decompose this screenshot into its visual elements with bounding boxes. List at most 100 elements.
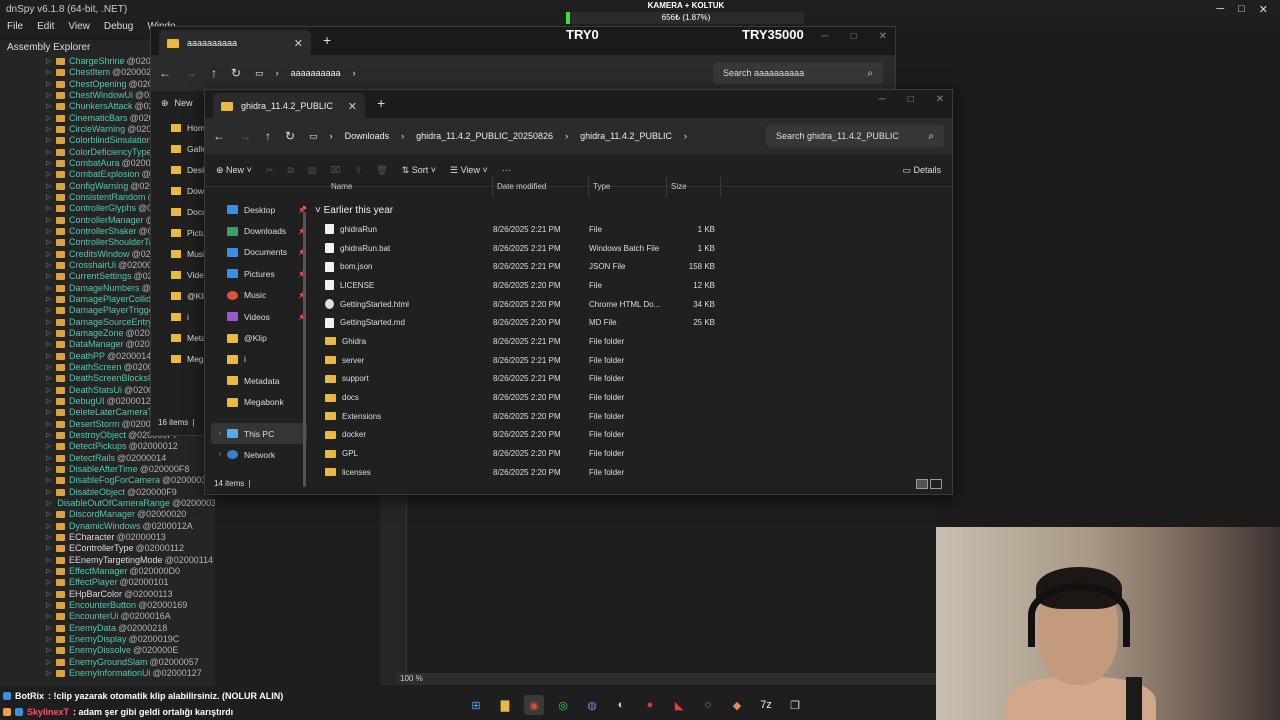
tree-node[interactable]: ▷ EnemyGroundSlam @02000057: [0, 656, 215, 667]
up-icon[interactable]: ↑: [211, 66, 217, 80]
view-button[interactable]: ☰ View ˅: [450, 165, 488, 176]
new-button[interactable]: ⊕ New ˅: [216, 165, 252, 176]
menu-item-edit[interactable]: Edit: [37, 21, 54, 33]
maximize-icon[interactable]: □: [851, 31, 857, 42]
expand-icon[interactable]: ▷: [46, 328, 54, 339]
expand-icon[interactable]: ▷: [46, 249, 54, 260]
tree-node[interactable]: ▷ DynamicWindows @0200012A: [0, 520, 215, 531]
windows-start-icon[interactable]: ⊞: [466, 695, 486, 715]
rename-icon[interactable]: ⌧: [330, 165, 340, 176]
file-row[interactable]: GettingStarted.html 8/26/2025 2:20 PM Chro…: [311, 295, 951, 314]
tree-node[interactable]: ▷ DisableAfterTime @020000F8: [0, 464, 215, 475]
expand-icon[interactable]: ▷: [46, 192, 54, 203]
copy-icon[interactable]: ⧉: [287, 165, 293, 176]
details-view-icon[interactable]: [916, 479, 928, 489]
expand-icon[interactable]: ▷: [46, 305, 54, 316]
expand-icon[interactable]: ▷: [46, 577, 54, 588]
expand-icon[interactable]: ▷: [46, 135, 54, 146]
minimize-icon[interactable]: ─: [821, 31, 828, 42]
tree-node[interactable]: ▷ EnemyDissolve @020000E: [0, 645, 215, 656]
file-row[interactable]: docs 8/26/2025 2:20 PM File folder: [311, 388, 951, 407]
nav-item-megabonk[interactable]: Megabonk: [211, 392, 307, 413]
file-row[interactable]: GPL 8/26/2025 2:20 PM File folder: [311, 444, 951, 463]
code-editor[interactable]: [406, 495, 936, 685]
chevron-right-icon[interactable]: ›: [219, 430, 221, 437]
tree-node[interactable]: ▷ EffectPlayer @02000101: [0, 577, 215, 588]
refresh-icon[interactable]: ↻: [231, 66, 241, 80]
expand-icon[interactable]: ▷: [46, 56, 54, 67]
nav-item-this-pc[interactable]: › This PC: [211, 422, 307, 445]
expand-icon[interactable]: ▷: [46, 271, 54, 282]
expand-icon[interactable]: ▷: [46, 487, 54, 498]
zoom-level[interactable]: 100 %: [396, 673, 936, 685]
breadcrumb-item[interactable]: ghidra_11.4.2_PUBLIC: [580, 131, 672, 141]
expand-icon[interactable]: ▷: [46, 453, 54, 464]
more-options-icon[interactable]: ···: [502, 165, 511, 175]
expand-icon[interactable]: ▷: [46, 294, 54, 305]
maximize-icon[interactable]: □: [1238, 3, 1245, 16]
tab-ghidra[interactable]: ghidra_11.4.2_PUBLIC ✕: [213, 93, 365, 119]
address-bar[interactable]: ▭ › aaaaaaaaaa ›: [255, 68, 356, 79]
expand-icon[interactable]: ▷: [46, 317, 54, 328]
minimize-icon[interactable]: ─: [878, 94, 885, 105]
expand-icon[interactable]: ▷: [46, 600, 54, 611]
tiles-view-icon[interactable]: [930, 479, 942, 489]
tree-node[interactable]: ▷ EffectManager @020000D0: [0, 566, 215, 577]
expand-icon[interactable]: ▷: [46, 373, 54, 384]
tab-aaaaaaaaaa[interactable]: aaaaaaaaaa ✕: [159, 30, 311, 56]
paste-icon[interactable]: ▤: [308, 165, 317, 176]
nav-item-downloads[interactable]: Downloads📌: [211, 220, 307, 241]
game-icon[interactable]: ◆: [727, 695, 747, 715]
expand-icon[interactable]: ▷: [46, 555, 54, 566]
expand-icon[interactable]: ▷: [46, 169, 54, 180]
expand-icon[interactable]: ▷: [46, 283, 54, 294]
nav-item-videos[interactable]: Videos📌: [211, 306, 307, 327]
share-icon[interactable]: ⇪: [355, 165, 363, 176]
column-date[interactable]: Date modified: [493, 177, 589, 197]
expand-icon[interactable]: ▷: [46, 124, 54, 135]
obs-icon[interactable]: ◌: [698, 695, 718, 715]
column-name[interactable]: Name: [311, 177, 493, 197]
expand-icon[interactable]: ▷: [46, 181, 54, 192]
expand-icon[interactable]: ▷: [46, 543, 54, 554]
tree-node[interactable]: ▷ DisableFogForCamera @02000032: [0, 475, 215, 486]
column-type[interactable]: Type: [589, 177, 667, 197]
column-size[interactable]: Size: [667, 177, 721, 197]
new-button[interactable]: New: [175, 98, 193, 108]
breadcrumb-item[interactable]: Downloads: [345, 131, 390, 141]
up-icon[interactable]: ↑: [265, 129, 271, 143]
close-icon[interactable]: ✕: [936, 94, 944, 105]
expand-icon[interactable]: ▷: [46, 396, 54, 407]
discord-icon[interactable]: ◍: [582, 695, 602, 715]
expand-icon[interactable]: ▷: [46, 441, 54, 452]
steam-icon[interactable]: ◐: [611, 695, 631, 715]
expand-icon[interactable]: ▷: [46, 623, 54, 634]
tree-node[interactable]: ▷ EEnemyTargetingMode @02000114: [0, 554, 215, 565]
expand-icon[interactable]: ▷: [46, 498, 51, 509]
window-icon[interactable]: ❐: [785, 695, 805, 715]
back-icon[interactable]: ←: [159, 66, 171, 80]
explorer-window[interactable]: ghidra_11.4.2_PUBLIC ✕ + ─ □ ✕ ← → ↑ ↻ ▭…: [204, 89, 953, 495]
expand-icon[interactable]: ▷: [46, 113, 54, 124]
cut-icon[interactable]: ✂: [266, 165, 274, 176]
tree-node[interactable]: ▷ EnemyData @02000218: [0, 622, 215, 633]
file-row[interactable]: Extensions 8/26/2025 2:20 PM File folder: [311, 407, 951, 426]
nav-item-documents[interactable]: Documents📌: [211, 242, 307, 263]
spotify-icon[interactable]: ◎: [553, 695, 573, 715]
expand-icon[interactable]: ▷: [46, 657, 54, 668]
group-header[interactable]: ˅ Earlier this year: [311, 197, 951, 220]
tree-node[interactable]: ▷ DiscordManager @02000020: [0, 509, 215, 520]
expand-icon[interactable]: ▷: [46, 385, 54, 396]
chevron-right-icon[interactable]: ›: [219, 451, 221, 458]
nav-item-desktop[interactable]: Desktop 📌: [211, 199, 307, 220]
expand-icon[interactable]: ▷: [46, 645, 54, 656]
expand-icon[interactable]: ▷: [46, 79, 54, 90]
expand-icon[interactable]: ▷: [46, 464, 54, 475]
7zip-icon[interactable]: 7z: [756, 695, 776, 715]
expand-icon[interactable]: ▷: [46, 351, 54, 362]
expand-icon[interactable]: ▷: [46, 260, 54, 271]
expand-icon[interactable]: ▷: [46, 339, 54, 350]
breadcrumb-item[interactable]: aaaaaaaaaa: [291, 68, 341, 78]
new-tab-icon[interactable]: +: [323, 32, 331, 48]
tree-node[interactable]: ▷ DetectRails @02000014: [0, 452, 215, 463]
